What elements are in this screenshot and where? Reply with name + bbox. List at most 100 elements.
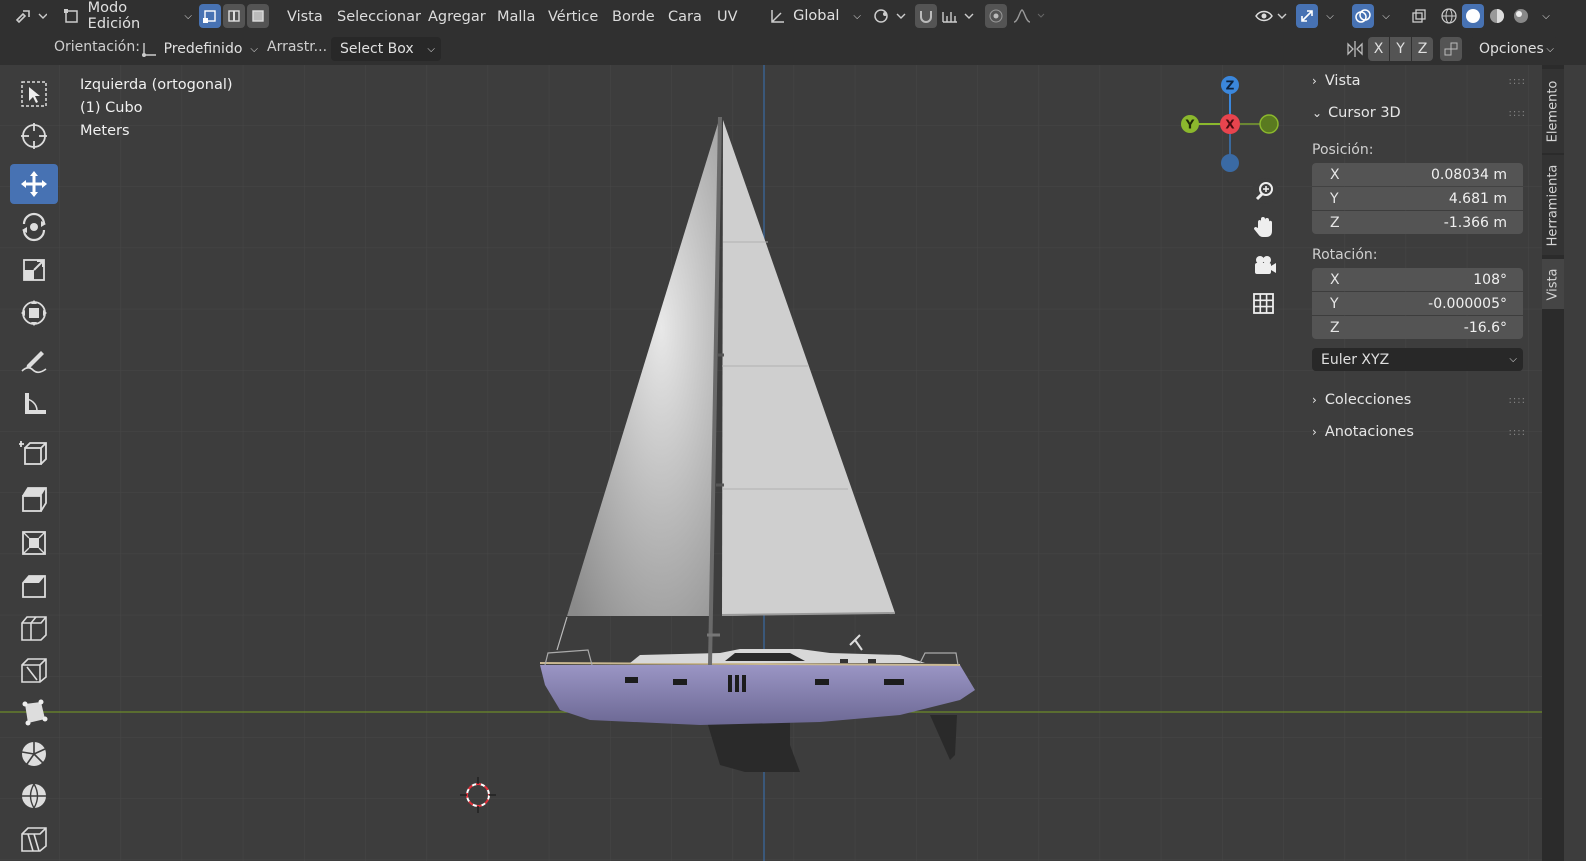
move-icon [21,171,47,197]
panel-cursor3d-header[interactable]: ⌄ Cursor 3D :::: [1312,101,1532,125]
panel-anotaciones-title: Anotaciones [1324,424,1414,440]
menu-malla[interactable]: Malla [497,6,535,28]
edge-select-button[interactable] [223,4,245,28]
field-axis-label: X [1330,166,1340,183]
gizmo-toggle[interactable] [1296,4,1318,28]
shading-dropdown[interactable]: ⌵ [1536,4,1556,28]
drag-grip-icon[interactable]: :::: [1509,395,1526,406]
menu-vista[interactable]: Vista [287,6,323,28]
snap-toggle[interactable] [915,4,937,28]
tab-herramienta[interactable]: Herramienta [1542,155,1564,255]
orientation-dropdown[interactable]: Predefinido ⌵ [140,37,258,61]
inset-faces-tool[interactable] [10,523,58,563]
select-box-tool[interactable] [10,74,58,114]
vertex-select-button[interactable] [199,4,221,28]
knife-tool[interactable] [10,650,58,690]
topology-mirror-button[interactable] [1440,37,1462,61]
zoom-icon[interactable] [1252,178,1278,204]
drag-grip-icon[interactable]: :::: [1509,76,1526,87]
visibility-dropdown[interactable] [1253,4,1289,28]
gizmo-z-label: Z [1226,79,1235,93]
mirror-x-label: X [1373,41,1384,57]
options-dropdown[interactable]: Opciones ⌵ [1470,37,1558,61]
proportional-edit-toggle[interactable] [985,4,1007,28]
pivot-point-dropdown[interactable] [871,4,909,28]
cursor-rotation-x[interactable]: X 108° [1312,268,1523,291]
cursor-location-x[interactable]: X 0.08034 m [1312,163,1523,186]
menu-uv[interactable]: UV [717,6,738,28]
bevel-tool[interactable] [10,566,58,606]
mirror-icon[interactable] [1345,39,1365,59]
menu-vertice[interactable]: Vértice [548,6,598,28]
orientation-icon [771,10,784,23]
gizmo-neg-z[interactable] [1221,154,1239,172]
cursor-rotation-z[interactable]: Z -16.6° [1312,316,1523,339]
mode-label: Modo Edición [87,0,141,32]
cursor-rotation-y[interactable]: Y -0.000005° [1312,292,1523,315]
measure-tool[interactable] [10,384,58,424]
shading-solid-button[interactable] [1462,4,1484,28]
gizmo-dropdown[interactable]: ⌵ [1320,4,1340,28]
shear-icon [21,827,47,852]
mode-selector[interactable]: Modo Edición ⌵ [58,0,192,32]
transform-orientation-dropdown[interactable]: Global ⌵ [767,4,861,28]
unit-system: Meters [80,123,130,139]
smooth-tool[interactable] [10,776,58,816]
drag-grip-icon[interactable]: :::: [1509,108,1526,119]
field-value: 108° [1473,271,1507,288]
chevron-down-icon: ⌵ [1542,10,1550,22]
chevron-down-icon: ⌄ [1312,106,1323,120]
cursor-location-y[interactable]: Y 4.681 m [1312,187,1523,210]
rotation-mode-dropdown[interactable]: Euler XYZ ⌵ [1312,348,1523,371]
transform-tool[interactable] [10,293,58,333]
editor-type-button[interactable] [12,4,50,28]
move-tool[interactable] [10,164,58,204]
smooth-sphere-icon [22,783,46,809]
snap-target-dropdown[interactable] [939,4,977,28]
chevron-down-icon: ⌵ [184,10,192,22]
overlays-toggle[interactable] [1352,4,1374,28]
loop-cut-icon [21,616,47,641]
measure-ruler-icon [24,393,46,414]
annotate-tool[interactable] [10,340,58,380]
rotate-icon [22,212,46,242]
mirror-y-button[interactable]: Y [1390,37,1411,61]
panel-vista-header[interactable]: › Vista :::: [1312,69,1532,93]
shading-wireframe-button[interactable] [1438,4,1460,28]
falloff-dropdown[interactable] [1010,4,1048,28]
drag-dropdown[interactable]: Select Box ⌵ [331,37,441,61]
scale-tool[interactable] [10,250,58,290]
chevron-down-icon: ⌵ [1382,10,1390,22]
add-cube-tool[interactable] [10,433,58,473]
menu-borde[interactable]: Borde [612,6,655,28]
pivot-icon [874,9,906,23]
menu-cara[interactable]: Cara [668,6,702,28]
tab-vista[interactable]: Vista [1542,259,1564,309]
extrude-region-tool[interactable] [10,479,58,519]
panel-anotaciones-header[interactable]: › Anotaciones :::: [1312,420,1532,444]
gizmo-neg-y[interactable] [1259,114,1279,134]
viewport-edge [1564,65,1586,861]
menu-agregar[interactable]: Agregar [428,6,486,28]
menu-seleccionar[interactable]: Seleccionar [337,6,421,28]
panel-colecciones-header[interactable]: › Colecciones :::: [1312,388,1532,412]
spin-tool[interactable] [10,734,58,774]
cursor-location-z[interactable]: Z -1.366 m [1312,211,1523,234]
gizmo-x-label: X [1225,118,1235,132]
chevron-right-icon: › [1312,393,1317,407]
shading-material-button[interactable] [1486,4,1508,28]
mirror-x-button[interactable]: X [1368,37,1389,61]
overlays-dropdown[interactable]: ⌵ [1376,4,1396,28]
face-select-button[interactable] [247,4,269,28]
drag-grip-icon[interactable]: :::: [1509,427,1526,438]
loop-cut-tool[interactable] [10,608,58,648]
rotate-tool[interactable] [10,207,58,247]
panel-cursor3d-title: Cursor 3D [1328,105,1401,121]
cursor-tool[interactable] [10,116,58,156]
shear-tool[interactable] [10,819,58,859]
tab-elemento[interactable]: Elemento [1542,69,1564,153]
poly-build-tool[interactable] [10,692,58,732]
mirror-z-button[interactable]: Z [1412,37,1433,61]
xray-toggle[interactable] [1408,4,1430,28]
shading-rendered-button[interactable] [1510,4,1532,28]
